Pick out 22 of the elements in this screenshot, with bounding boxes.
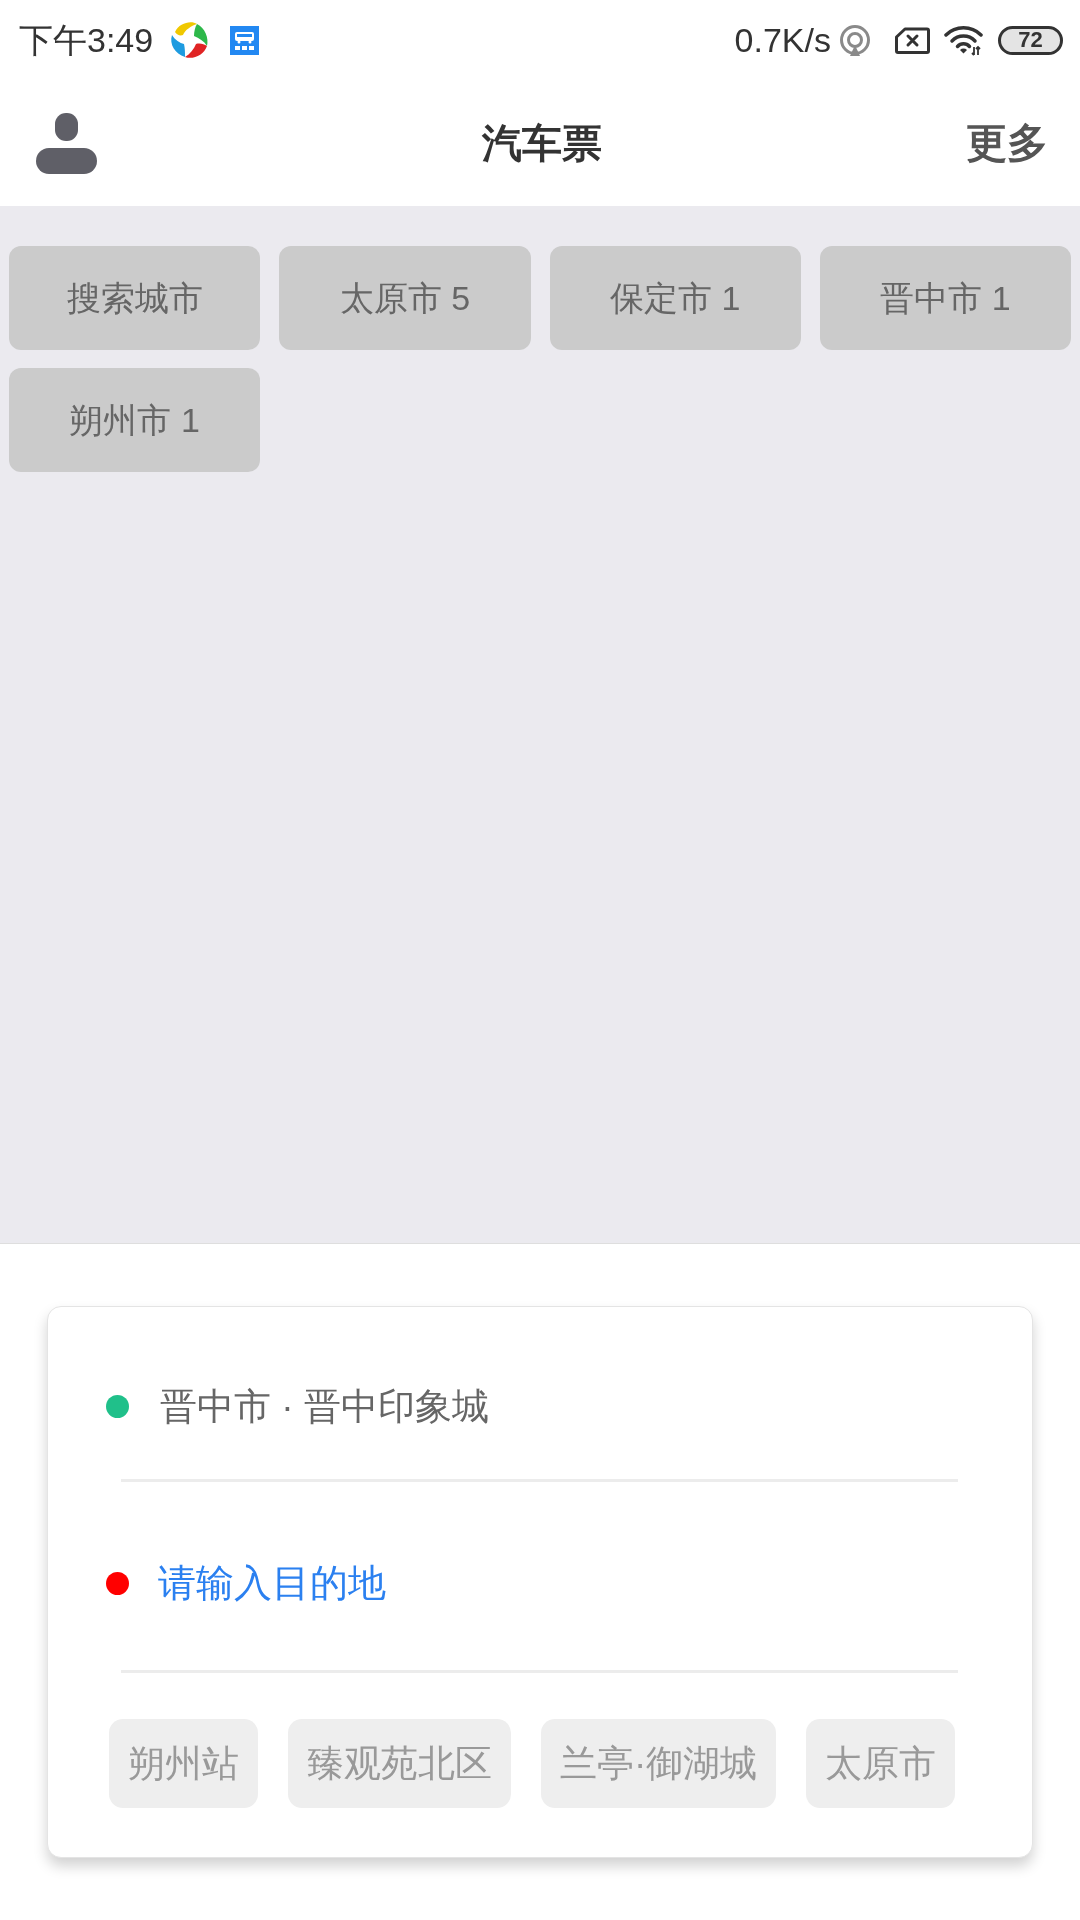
page-title: 汽车票 [482, 123, 602, 163]
wifi-icon [944, 24, 983, 56]
city-chip[interactable]: 保定市 1 [549, 246, 801, 350]
destination-chip[interactable]: 臻观苑北区 [288, 1719, 511, 1808]
destination-chip[interactable]: 朔州站 [109, 1719, 258, 1808]
bus-app-icon [230, 25, 260, 55]
city-chip[interactable]: 朔州市 1 [9, 368, 261, 472]
network-speed: 0.7K/s [734, 23, 831, 57]
destination-input[interactable]: 请输入目的地 [158, 1558, 758, 1608]
destination-chip[interactable]: 太原市 [806, 1719, 956, 1808]
city-chip[interactable]: 晋中市 1 [819, 246, 1071, 350]
battery-indicator: 72 [998, 25, 1063, 55]
user-profile-icon[interactable] [36, 112, 97, 174]
status-time: 下午3:49 [19, 23, 154, 57]
more-link[interactable]: 更多 [966, 122, 1048, 164]
hotspot-icon [839, 24, 871, 56]
city-chip[interactable]: 太原市 5 [279, 246, 531, 350]
city-chip[interactable]: 搜索城市 [9, 246, 261, 350]
destination-chip[interactable]: 兰亭·御湖城 [541, 1719, 777, 1808]
app-logo-icon [169, 20, 210, 60]
origin-station[interactable]: 晋中市 · 晋中印象城 [160, 1387, 489, 1425]
sim-card-x-icon [895, 26, 930, 54]
